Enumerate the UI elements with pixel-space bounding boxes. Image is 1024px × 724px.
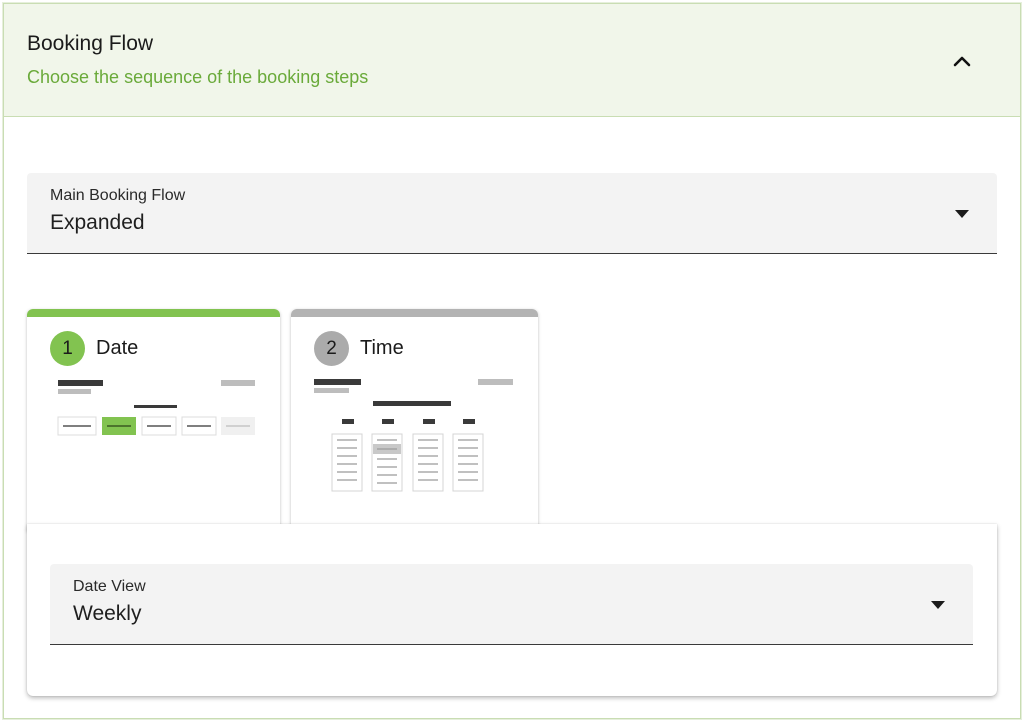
date-view-label: Date View bbox=[73, 578, 146, 595]
panel-title: Booking Flow bbox=[27, 32, 154, 55]
dropdown-arrow-icon bbox=[931, 601, 945, 609]
main-booking-flow-select[interactable]: Main Booking Flow Expanded bbox=[27, 173, 997, 254]
panel-subtitle: Choose the sequence of the booking steps bbox=[27, 67, 369, 87]
booking-flow-panel: Booking Flow Choose the sequence of the … bbox=[3, 3, 1021, 719]
time-preview-illustration bbox=[314, 379, 513, 492]
chevron-up-icon bbox=[953, 56, 971, 67]
date-view-value: Weekly bbox=[73, 602, 142, 625]
panel-header[interactable]: Booking Flow Choose the sequence of the … bbox=[4, 4, 1020, 117]
date-view-select[interactable]: Date View Weekly bbox=[50, 564, 973, 645]
collapse-button[interactable] bbox=[950, 50, 974, 74]
step-settings-card: Date View Weekly bbox=[27, 524, 997, 696]
main-booking-flow-value: Expanded bbox=[50, 211, 145, 234]
step-card-date[interactable]: 1 Date bbox=[27, 309, 280, 531]
main-booking-flow-label: Main Booking Flow bbox=[50, 187, 186, 204]
date-preview-illustration bbox=[57, 380, 255, 436]
dropdown-arrow-icon bbox=[955, 210, 969, 218]
step-card-time[interactable]: 2 Time bbox=[291, 309, 538, 531]
